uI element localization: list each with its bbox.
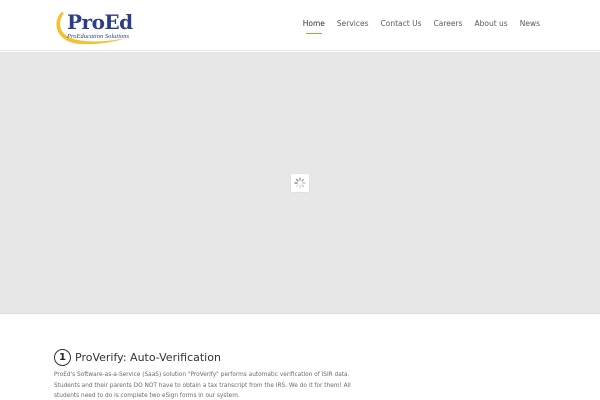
nav-services[interactable]: Services [337, 19, 369, 29]
feature-heading: 1 ProVerify: Auto-Verification [54, 348, 364, 366]
proed-logo[interactable]: ProEd ProEducation Solutions [52, 8, 133, 46]
nav-about-us[interactable]: About us [474, 19, 507, 29]
nav-news[interactable]: News [520, 19, 540, 29]
site-header: ProEd ProEducation Solutions Home Servic… [0, 0, 600, 51]
step-number-badge: 1 [54, 348, 71, 366]
nav-careers[interactable]: Careers [434, 19, 463, 29]
feature-section: 1 ProVerify: Auto-Verification ProEd's S… [54, 348, 364, 400]
nav-contact-us[interactable]: Contact Us [381, 19, 422, 29]
loading-indicator [291, 174, 309, 192]
feature-description: ProEd's Software-as-a-Service (SaaS) sol… [54, 372, 351, 399]
logo-title: ProEd [67, 10, 133, 34]
spinner-icon [294, 177, 306, 189]
nav-home[interactable]: Home [303, 19, 325, 34]
logo-subtitle: ProEducation Solutions [67, 33, 130, 40]
feature-title: ProVerify: Auto-Verification [75, 350, 221, 364]
main-nav: Home Services Contact Us Careers About u… [303, 19, 540, 34]
